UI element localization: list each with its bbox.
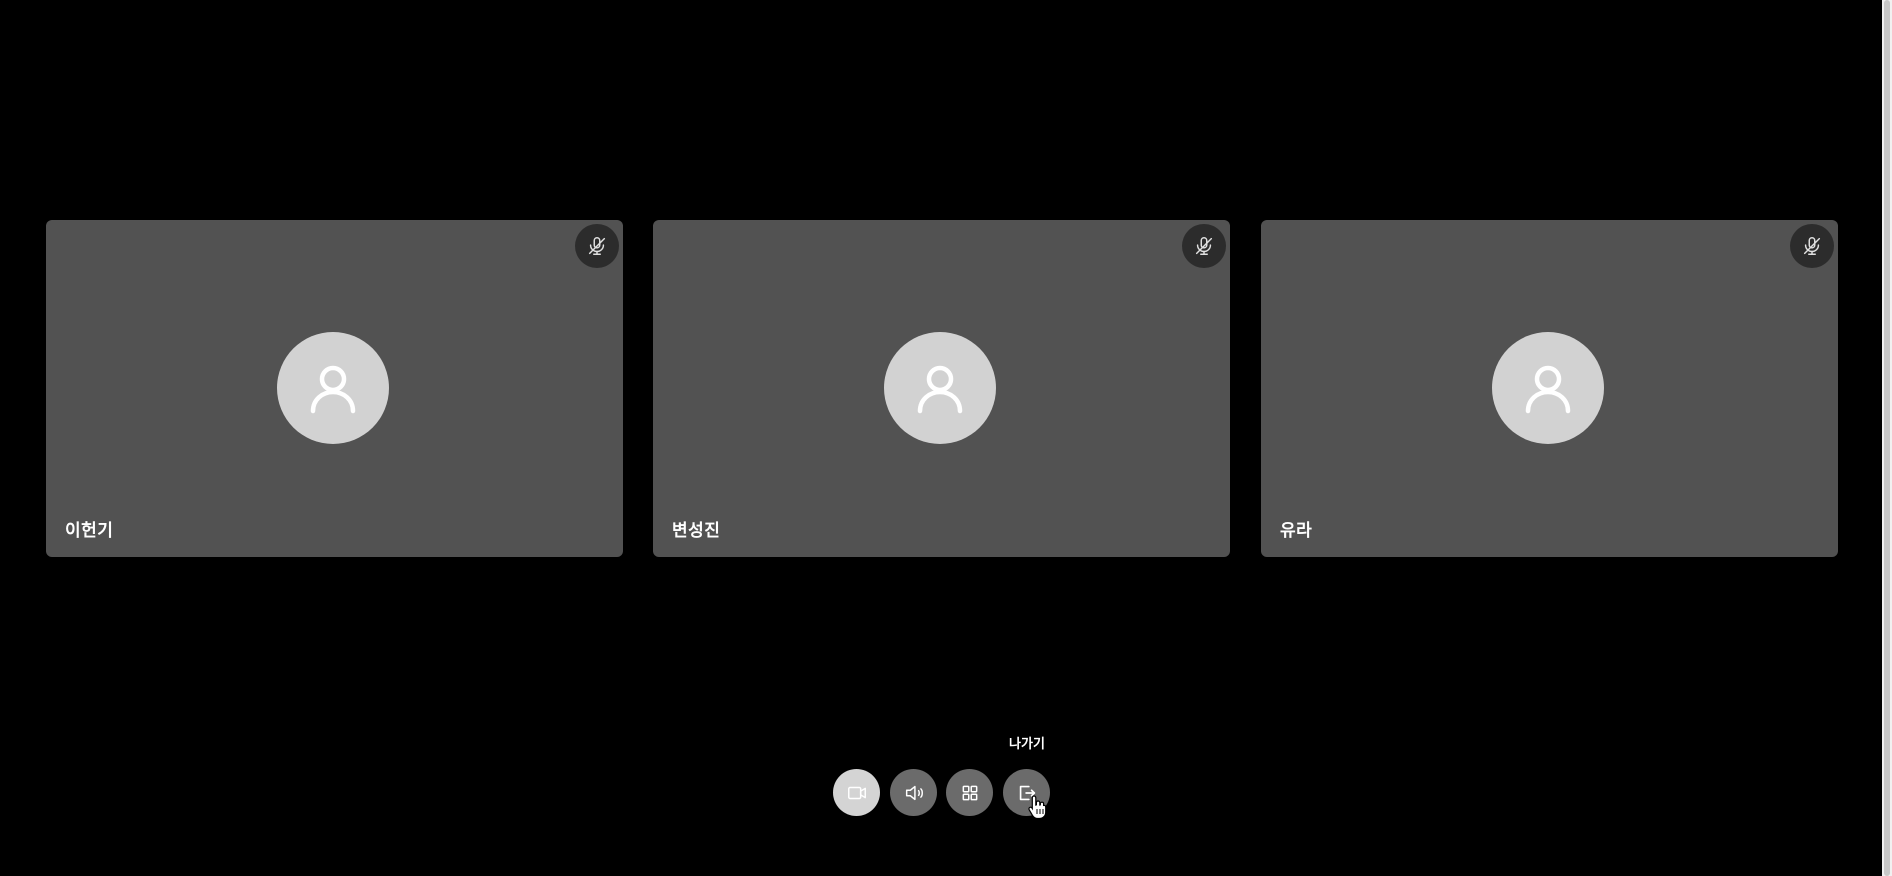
mic-off-icon — [575, 224, 619, 268]
video-call-stage: 이헌기 변성진 유라 나가기 — [0, 0, 1882, 876]
participant-name: 유라 — [1280, 521, 1313, 541]
participant-name: 변성진 — [672, 521, 721, 541]
layout-grid-button[interactable] — [946, 769, 993, 816]
video-camera-icon — [847, 786, 866, 799]
speaker-icon — [905, 785, 923, 800]
avatar — [884, 332, 996, 444]
camera-toggle-button[interactable] — [833, 769, 880, 816]
avatar — [277, 332, 389, 444]
scrollbar-thumb[interactable] — [1884, 0, 1890, 876]
mic-off-icon — [1182, 224, 1226, 268]
grid-icon — [962, 785, 977, 800]
call-controls — [833, 768, 1053, 818]
avatar — [1492, 332, 1604, 444]
speaker-toggle-button[interactable] — [890, 769, 937, 816]
user-icon — [310, 365, 356, 414]
participant-tile: 이헌기 — [46, 220, 623, 557]
window-scrollbar[interactable] — [1882, 0, 1892, 876]
participant-name: 이헌기 — [65, 521, 114, 541]
user-icon — [1525, 365, 1571, 414]
mic-off-icon — [1790, 224, 1834, 268]
hand-cursor-icon — [1028, 794, 1048, 820]
participant-tile: 변성진 — [653, 220, 1230, 557]
leave-tooltip: 나가기 — [1009, 737, 1045, 752]
user-icon — [917, 365, 963, 414]
participant-tile: 유라 — [1261, 220, 1838, 557]
